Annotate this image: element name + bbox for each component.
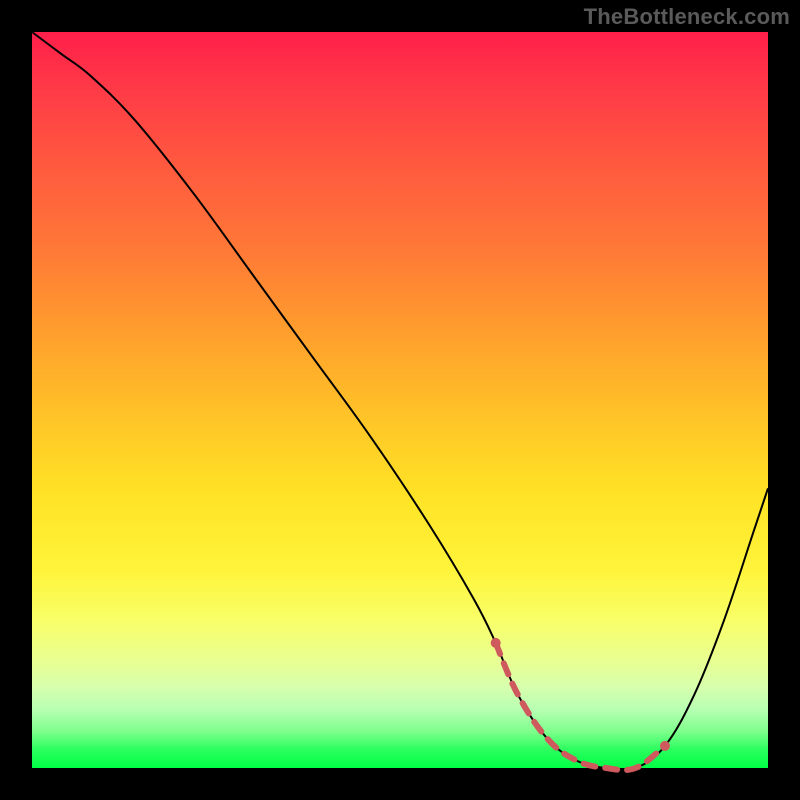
chart-frame: TheBottleneck.com xyxy=(0,0,800,800)
plot-area xyxy=(32,32,768,768)
curve-svg xyxy=(32,32,768,768)
optimal-range-highlight xyxy=(496,643,665,770)
watermark-text: TheBottleneck.com xyxy=(584,4,790,30)
optimal-range-start-dot xyxy=(491,638,501,648)
bottleneck-curve xyxy=(32,32,768,770)
optimal-range-end-dot xyxy=(660,741,670,751)
